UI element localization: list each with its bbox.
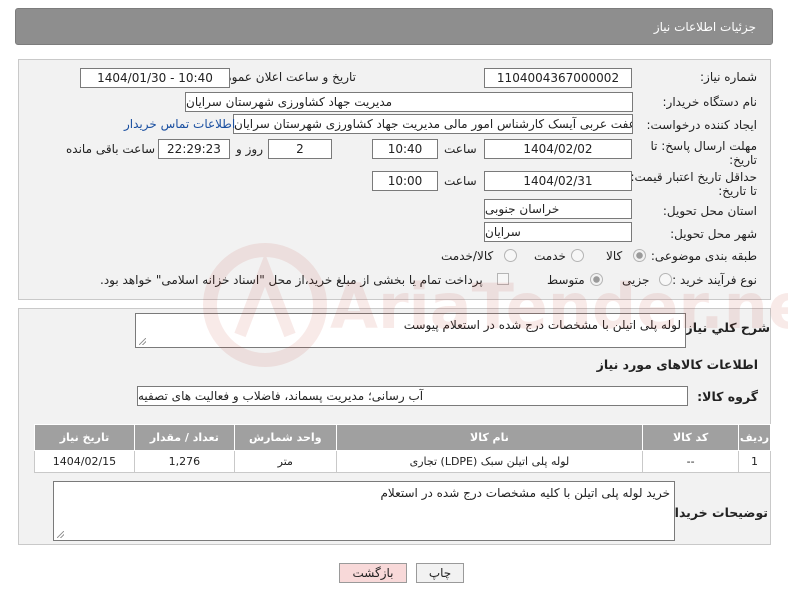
table-row: 1 -- لوله پلی اتیلن سبک (LDPE) تجاری متر… [34,450,771,473]
resize-grip-icon[interactable] [57,531,64,538]
days-and-label: روز و [236,142,263,156]
creator-field: عفت عربی آیسک کارشناس امور مالی مدیریت ج… [233,114,633,134]
col-name: نام کالا [335,424,644,451]
goods-table-header: ردیف کد کالا نام کالا واحد شمارش تعداد /… [34,424,771,451]
page-title: جزئیات اطلاعات نیاز [653,19,756,34]
page-header: جزئیات اطلاعات نیاز [15,8,773,45]
overall-desc-text: لوله پلی اتیلن با مشخصات درج شده در استع… [403,318,681,332]
price-date-field: 1404/02/31 [484,171,632,191]
creator-label: ایجاد کننده درخواست: [646,118,757,132]
price-validity-label-2: تا تاریخ: [718,184,757,198]
row-unit: متر [233,450,337,473]
col-row: ردیف [738,424,771,451]
city-field: سرایان [484,222,632,242]
reply-time-field: 10:40 [372,139,438,159]
col-date: تاریخ نیاز [34,424,135,451]
treasury-payment-checkbox[interactable] [497,273,509,285]
category-label: طبقه بندی موضوعی: [650,249,757,263]
price-time-field: 10:00 [372,171,438,191]
purchase-partial-radio[interactable] [659,273,672,286]
hours-left-label: ساعت باقی مانده [66,142,156,156]
buyer-org-field: مدیریت جهاد کشاورزی شهرستان سرایان [185,92,633,112]
row-code: -- [642,450,740,473]
delivery-city-label: شهر محل تحویل: [670,227,757,241]
category-service-label: خدمت [534,249,566,263]
category-goods-service-label: کالا/خدمت [441,249,494,263]
delivery-province-label: استان محل تحویل: [662,204,757,218]
reply-days-field: 2 [268,139,332,159]
category-goods-service-radio[interactable] [504,249,517,262]
row-index: 1 [738,450,771,473]
row-date: 1404/02/15 [34,450,135,473]
need-number-field: 1104004367000002 [484,68,632,88]
category-goods-label: کالا [606,249,623,263]
purchase-partial-label: جزیی [622,273,650,287]
goods-group-field: آب رسانی؛ مدیریت پسماند، فاضلاب و فعالیت… [137,386,688,406]
buyer-org-label: نام دستگاه خریدار: [662,95,758,109]
purchase-medium-label: متوسط [547,273,585,287]
buyer-notes-textarea[interactable]: خرید لوله پلی اتیلن با کلیه مشخصات درج ش… [53,481,675,541]
reply-hour-label: ساعت [444,142,477,156]
buyer-contact-link[interactable]: اطلاعات تماس خریدار [124,117,235,131]
row-qty: 1,276 [133,450,235,473]
row-name: لوله پلی اتیلن سبک (LDPE) تجاری [335,450,644,473]
col-qty: تعداد / مقدار [133,424,235,451]
purchase-type-label: نوع فرآیند خرید : [672,273,757,287]
announce-datetime-field: 1404/01/30 - 10:40 [80,68,230,88]
province-field: خراسان جنوبی [484,199,632,219]
col-code: کد کالا [642,424,740,451]
treasury-payment-note: پرداخت تمام یا بخشی از مبلغ خرید،از محل … [100,273,483,287]
need-number-label: شماره نیاز: [700,70,757,84]
reply-date-field: 1404/02/02 [484,139,632,159]
category-goods-radio[interactable] [633,249,646,262]
goods-group-label: گروه کالا: [697,389,758,404]
overall-desc-textarea[interactable]: لوله پلی اتیلن با مشخصات درج شده در استع… [135,313,686,348]
purchase-medium-radio[interactable] [590,273,603,286]
reply-remaining-field: 22:29:23 [158,139,230,159]
buyer-notes-label: توضیحات خریدار: [662,505,768,520]
price-hour-label: ساعت [444,174,477,188]
col-unit: واحد شمارش [233,424,337,451]
buyer-notes-text: خرید لوله پلی اتیلن با کلیه مشخصات درج ش… [380,486,670,500]
goods-info-heading: اطلاعات کالاهای مورد نیاز [596,357,758,372]
resize-grip-icon[interactable] [139,338,146,345]
announce-datetime-label: تاریخ و ساعت اعلان عمومی: [211,70,356,84]
reply-deadline-label-2: تاریخ: [729,153,757,167]
goods-table: ردیف کد کالا نام کالا واحد شمارش تعداد /… [34,424,771,473]
overall-desc-label: شرح کلي نياز: [680,320,770,335]
price-validity-label: حداقل تاریخ اعتبار قیمت: [630,170,757,184]
print-button[interactable]: چاپ [416,563,464,583]
back-button[interactable]: بازگشت [339,563,407,583]
category-service-radio[interactable] [571,249,584,262]
reply-deadline-label: مهلت ارسال پاسخ: تا [650,139,757,153]
